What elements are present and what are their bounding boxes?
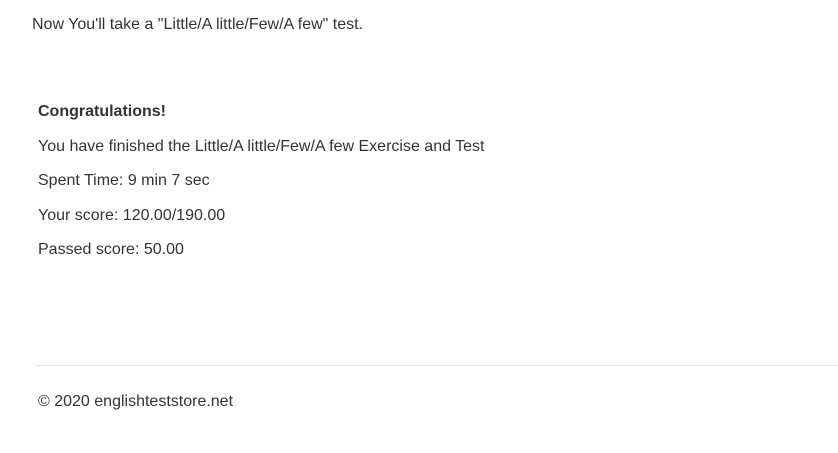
- result-panel: Congratulations! You have finished the L…: [38, 102, 828, 275]
- intro-text: Now You'll take a "Little/A little/Few/A…: [32, 16, 364, 33]
- your-score: Your score: 120.00/190.00: [38, 206, 226, 224]
- finished-message: You have finished the Little/A little/Fe…: [38, 137, 485, 155]
- passed-score: Passed score: 50.00: [38, 241, 184, 258]
- footer-divider: [37, 365, 838, 366]
- congratulations-heading: Congratulations!: [38, 103, 166, 120]
- footer-copyright: © 2020 englishteststore.net: [38, 393, 234, 410]
- spent-time: Spent Time: 9 min 7 sec: [38, 172, 210, 189]
